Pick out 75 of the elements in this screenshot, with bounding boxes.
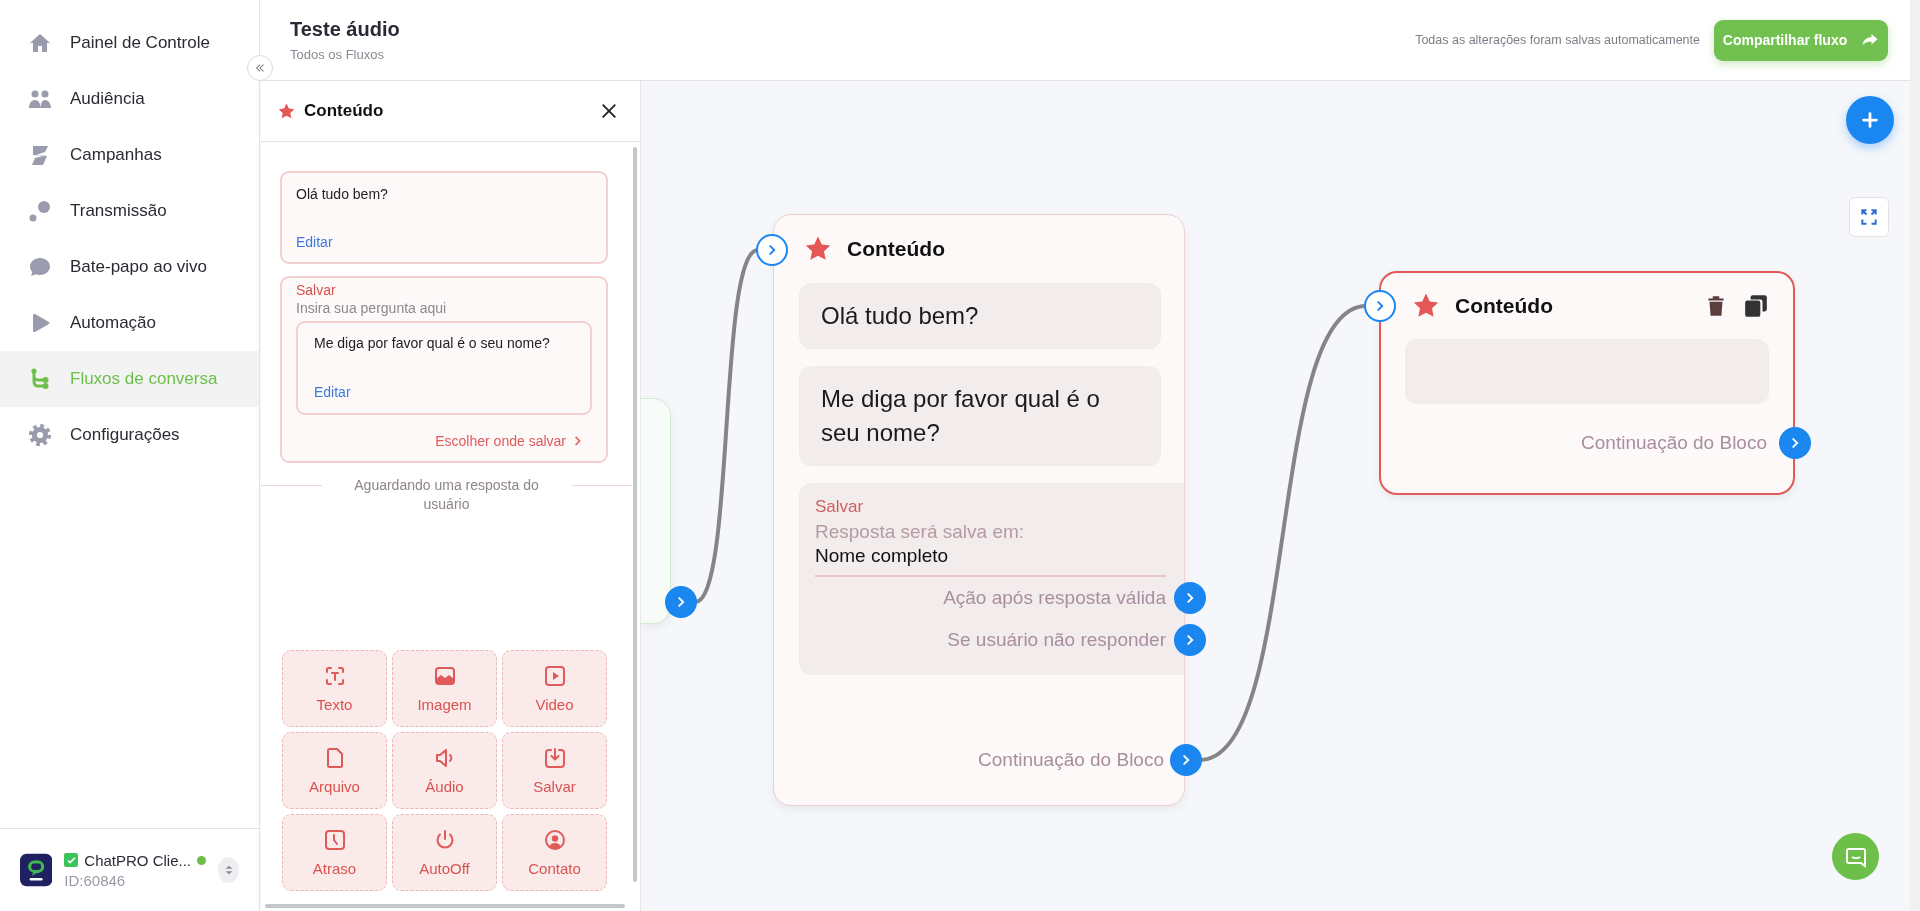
output-label: Se usuário não responder xyxy=(947,629,1166,651)
flow-node[interactable] xyxy=(641,398,671,624)
edit-link[interactable]: Editar xyxy=(296,234,592,250)
chat-bubble-icon xyxy=(28,255,52,279)
save-field-name: Nome completo xyxy=(815,545,1166,577)
output-port[interactable] xyxy=(1174,624,1206,656)
account-id: ID:60846 xyxy=(64,871,127,889)
save-caption: Resposta será salva em: xyxy=(815,521,1026,543)
save-label: Salvar xyxy=(296,282,337,298)
output-port[interactable] xyxy=(1174,582,1206,614)
updown-chevron-icon xyxy=(223,864,234,876)
user-circle-icon xyxy=(542,828,567,852)
output-port[interactable] xyxy=(1779,427,1811,459)
account-name: ChatPRO Clie... xyxy=(84,851,191,869)
house-icon xyxy=(28,31,52,55)
message-text: Olá tudo bem? xyxy=(296,186,389,204)
tool-button[interactable]: Video xyxy=(502,650,607,727)
sidebar-item[interactable]: Campanhas xyxy=(0,127,259,183)
chat-launcher-button[interactable] xyxy=(1832,833,1879,880)
continuation-label: Continuação do Bloco xyxy=(1581,432,1767,454)
tool-button[interactable]: Texto xyxy=(282,650,387,727)
gear-icon xyxy=(28,423,52,447)
video-icon xyxy=(542,664,567,688)
double-chevron-icon xyxy=(254,62,266,74)
plus-icon xyxy=(1859,109,1881,131)
node-title: Conteúdo xyxy=(847,237,945,261)
node-title: Conteúdo xyxy=(1455,294,1553,318)
question-text: Me diga por favor qual é o seu nome? xyxy=(314,335,551,353)
sidebar-item[interactable]: Configurações xyxy=(0,407,259,463)
panel-title: Conteúdo xyxy=(304,101,384,121)
message-bubble: Olá tudo bem? xyxy=(799,283,1161,349)
share-button[interactable]: Compartilhar fluxo xyxy=(1714,19,1888,61)
sidebar-item[interactable]: Painel de Controle xyxy=(0,15,259,71)
scrollbar[interactable] xyxy=(633,147,637,882)
flow-title: Teste áudio xyxy=(290,18,400,41)
image-icon xyxy=(432,664,457,688)
chevron-icon xyxy=(574,435,582,447)
tool-button[interactable]: AutoOff xyxy=(392,814,497,891)
content-node[interactable]: Conteúdo Continuação do Bloco xyxy=(1379,271,1795,495)
dots-icon xyxy=(28,199,52,223)
content-node[interactable]: Conteúdo Olá tudo bem? Me diga por favor qual é o seu nome? Salvar Resposta será salva em: Nome completo Ação após resposta válida Se usuário não responder Continuação do Bloco xyxy=(773,214,1185,806)
tool-button[interactable]: Imagem xyxy=(392,650,497,727)
save-label: Salvar xyxy=(815,497,865,517)
tool-button[interactable]: Salvar xyxy=(502,732,607,809)
account-switcher-button[interactable] xyxy=(218,857,239,883)
sidebar-item[interactable]: Fluxos de conversa xyxy=(0,351,259,407)
breadcrumb-link[interactable]: Todos os Fluxos xyxy=(290,47,400,62)
input-port[interactable] xyxy=(1364,290,1396,322)
tool-button[interactable]: Arquivo xyxy=(282,732,387,809)
save-status: Todas as alterações foram salvas automaticamente xyxy=(1415,33,1700,47)
sidebar-item[interactable]: Automação xyxy=(0,295,259,351)
tool-button[interactable]: Atraso xyxy=(282,814,387,891)
sidebar-item[interactable]: Bate-papo ao vivo xyxy=(0,239,259,295)
tool-button[interactable]: Áudio xyxy=(392,732,497,809)
input-port[interactable] xyxy=(756,234,788,266)
sidebar-item[interactable]: Audiência xyxy=(0,71,259,127)
output-label: Ação após resposta válida xyxy=(943,587,1166,609)
continuation-label: Continuação do Bloco xyxy=(978,749,1164,771)
choose-location-link[interactable]: Escolher onde salvar xyxy=(435,433,592,449)
expand-icon xyxy=(1859,207,1879,227)
fit-view-button[interactable] xyxy=(1849,197,1889,237)
output-port[interactable] xyxy=(665,586,697,618)
tool-button[interactable]: Contato xyxy=(502,814,607,891)
scrollbar[interactable] xyxy=(265,904,625,908)
sidebar-item[interactable]: Transmissão xyxy=(0,183,259,239)
star-icon xyxy=(277,101,296,121)
output-port[interactable] xyxy=(1170,744,1202,776)
question-hint: Insira sua pergunta aqui xyxy=(296,300,448,316)
clock-icon xyxy=(322,828,347,852)
message-bubble: Me diga por favor qual é o seu nome? xyxy=(799,366,1161,466)
download-icon xyxy=(542,746,567,770)
edit-link[interactable]: Editar xyxy=(314,384,351,400)
copy-icon[interactable] xyxy=(1743,293,1769,319)
collapse-button[interactable] xyxy=(247,55,273,81)
add-button[interactable] xyxy=(1846,96,1894,144)
